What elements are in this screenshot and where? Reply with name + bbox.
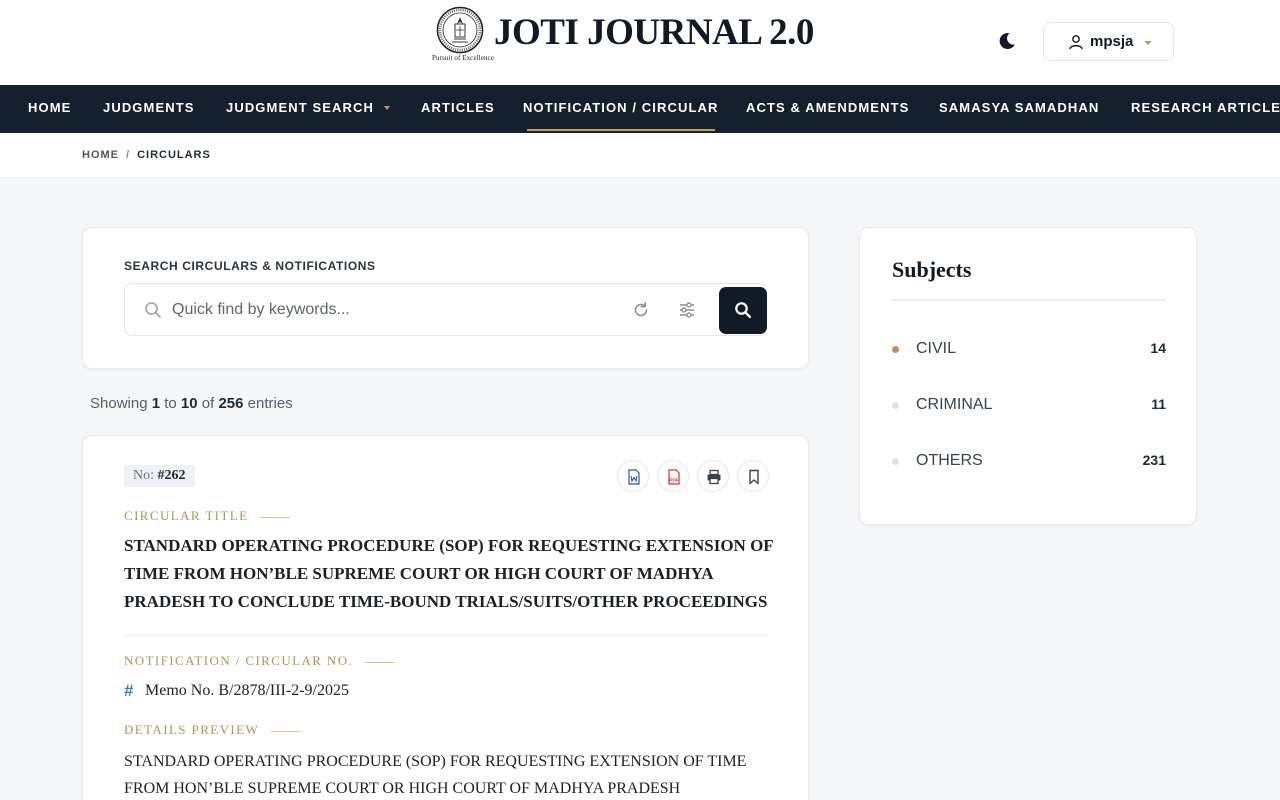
chevron-down-icon bbox=[383, 105, 390, 110]
nav-item-articles[interactable]: ARTICLES bbox=[421, 85, 495, 133]
active-dot-icon bbox=[892, 346, 899, 353]
bookmark-button[interactable] bbox=[737, 460, 769, 492]
label-divider bbox=[365, 661, 396, 663]
subjects-panel: Subjects CIVIL 14 CRIMINAL 11 OTHERS 231 bbox=[859, 227, 1197, 525]
divider bbox=[124, 635, 769, 636]
results-total: 256 bbox=[218, 395, 244, 412]
nav-label: HOME bbox=[28, 100, 72, 115]
subject-item-criminal[interactable]: CRIMINAL 11 bbox=[892, 395, 1166, 417]
breadcrumb-separator: / bbox=[126, 149, 131, 161]
nav-label: ARTICLES bbox=[421, 100, 495, 115]
subject-count: 14 bbox=[1150, 340, 1166, 356]
details-preview-label: DETAILS PREVIEW bbox=[124, 722, 302, 738]
username: mpsja bbox=[1090, 33, 1134, 50]
results-of-word: of bbox=[201, 395, 215, 412]
number-label: No: bbox=[133, 468, 154, 483]
nav-item-research-articles[interactable]: RESEARCH ARTICLES bbox=[1131, 85, 1280, 133]
results-to: 10 bbox=[180, 395, 198, 412]
label-divider bbox=[271, 730, 302, 732]
circular-card: No: #262 PDF CIRCULAR TITLE STANDARD OPE… bbox=[82, 435, 809, 800]
emblem-seal: Pursuit of Excellence bbox=[432, 6, 494, 64]
nav-label: SAMASYA SAMADHAN bbox=[939, 100, 1100, 115]
chevron-down-icon bbox=[1144, 41, 1153, 45]
nav-item-notification-circular[interactable]: NOTIFICATION / CIRCULAR bbox=[523, 85, 719, 133]
subject-count: 231 bbox=[1142, 452, 1166, 468]
subject-label: CRIMINAL bbox=[916, 396, 993, 413]
download-word-button[interactable] bbox=[617, 460, 649, 492]
breadcrumb: HOME / CIRCULARS bbox=[82, 149, 211, 161]
nav-label: NOTIFICATION / CIRCULAR bbox=[523, 100, 719, 115]
nav-item-judgments[interactable]: JUDGMENTS bbox=[103, 85, 195, 133]
search-icon bbox=[735, 302, 751, 318]
dot-icon bbox=[892, 402, 899, 409]
section-label-text: DETAILS PREVIEW bbox=[124, 722, 260, 737]
main-nav: HOME JUDGMENTS JUDGMENT SEARCH ARTICLES … bbox=[0, 85, 1280, 133]
site-title: JOTI JOURNAL 2.0 bbox=[494, 11, 814, 53]
results-from: 1 bbox=[151, 395, 161, 412]
search-button[interactable] bbox=[719, 287, 767, 334]
moon-icon bbox=[999, 32, 1015, 49]
hash-icon: # bbox=[124, 681, 134, 700]
details-preview-text: STANDARD OPERATING PROCEDURE (SOP) FOR R… bbox=[124, 753, 747, 797]
label-divider bbox=[260, 516, 291, 518]
circular-number: #262 bbox=[157, 468, 186, 483]
seal-icon bbox=[436, 6, 484, 54]
breadcrumb-bar: HOME / CIRCULARS bbox=[0, 133, 1280, 178]
svg-text:PDF: PDF bbox=[669, 478, 678, 483]
subject-count: 11 bbox=[1151, 396, 1166, 412]
subject-item-others[interactable]: OTHERS 231 bbox=[892, 451, 1166, 473]
bookmark-icon bbox=[749, 469, 759, 485]
pdf-icon: PDF bbox=[668, 469, 680, 485]
search-label: SEARCH CIRCULARS & NOTIFICATIONS bbox=[124, 259, 376, 273]
breadcrumb-home[interactable]: HOME bbox=[82, 149, 119, 161]
nav-item-home[interactable]: HOME bbox=[28, 85, 71, 133]
circular-title-label: CIRCULAR TITLE bbox=[124, 508, 291, 524]
theme-toggle-button[interactable] bbox=[996, 30, 1018, 52]
filter-sliders-icon[interactable] bbox=[678, 301, 696, 319]
logo-tagline: Pursuit of Excellence bbox=[432, 54, 494, 62]
results-suffix: entries bbox=[247, 395, 293, 412]
search-panel: SEARCH CIRCULARS & NOTIFICATIONS bbox=[82, 227, 809, 369]
results-to-word: to bbox=[164, 395, 177, 412]
subject-label: OTHERS bbox=[916, 452, 983, 469]
nav-label: JUDGMENTS bbox=[103, 100, 195, 115]
nav-label: RESEARCH ARTICLES bbox=[1131, 100, 1280, 115]
circular-ref-number: Memo No. B/2878/III-2-9/2025 bbox=[145, 682, 349, 699]
search-box bbox=[124, 283, 767, 336]
section-label-text: CIRCULAR TITLE bbox=[124, 508, 249, 523]
breadcrumb-current: CIRCULARS bbox=[137, 149, 211, 161]
results-prefix: Showing bbox=[90, 395, 148, 412]
dot-icon bbox=[892, 458, 899, 465]
print-button[interactable] bbox=[697, 460, 729, 492]
subject-label: CIVIL bbox=[916, 340, 957, 357]
nav-item-samasya-samadhan[interactable]: SAMASYA SAMADHAN bbox=[939, 85, 1099, 133]
user-icon bbox=[1069, 34, 1083, 49]
section-label-text: NOTIFICATION / CIRCULAR NO. bbox=[124, 653, 354, 668]
reset-icon[interactable] bbox=[632, 301, 650, 319]
top-header: Pursuit of Excellence JOTI JOURNAL 2.0 m… bbox=[0, 0, 1280, 85]
circular-title[interactable]: STANDARD OPERATING PROCEDURE (SOP) FOR R… bbox=[124, 532, 774, 616]
nav-item-acts-amendments[interactable]: ACTS & AMENDMENTS bbox=[746, 85, 909, 133]
nav-label: ACTS & AMENDMENTS bbox=[746, 100, 910, 115]
nav-item-judgment-search[interactable]: JUDGMENT SEARCH bbox=[226, 85, 390, 133]
download-pdf-button[interactable]: PDF bbox=[657, 460, 689, 492]
print-icon bbox=[707, 469, 721, 485]
user-menu-button[interactable]: mpsja bbox=[1043, 22, 1174, 61]
search-icon bbox=[145, 302, 161, 318]
subjects-title: Subjects bbox=[892, 257, 972, 282]
circular-number-badge: No: #262 bbox=[124, 465, 195, 487]
word-doc-icon bbox=[628, 469, 640, 485]
results-count: Showing 1 to 10 of 256 entries bbox=[90, 395, 293, 412]
nav-label: JUDGMENT SEARCH bbox=[226, 100, 374, 115]
search-input[interactable] bbox=[172, 297, 612, 323]
subject-item-civil[interactable]: CIVIL 14 bbox=[892, 339, 1166, 361]
brand-logo[interactable]: Pursuit of Excellence JOTI JOURNAL 2.0 bbox=[432, 6, 814, 64]
circular-ref-label: NOTIFICATION / CIRCULAR NO. bbox=[124, 653, 396, 669]
subjects-divider bbox=[892, 299, 1166, 301]
